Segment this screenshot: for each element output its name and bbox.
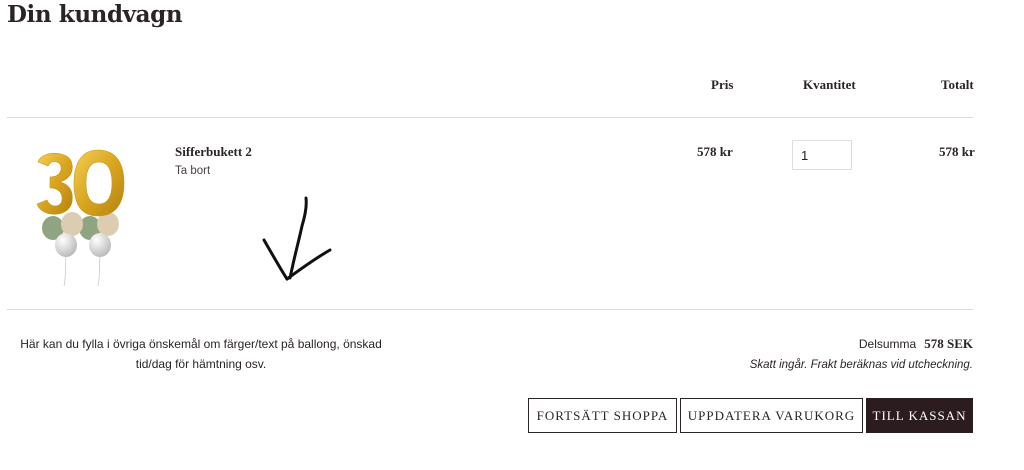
header-total: Totalt [941, 77, 974, 92]
header-price: Pris [711, 77, 734, 92]
item-line-total: 578 kr [939, 144, 975, 159]
product-image[interactable] [32, 148, 128, 290]
tax-shipping-note: Skatt ingår. Frakt beräknas vid utcheckn… [749, 359, 973, 371]
order-notes-text: Här kan du fylla i övriga önskemål om fä… [20, 337, 382, 371]
header-divider [7, 117, 973, 118]
subtotal-row: Delsumma 578 SEK [859, 336, 973, 352]
page-title: Din kundvagn [7, 1, 183, 28]
product-name[interactable]: Sifferbukett 2 [175, 144, 252, 160]
subtotal-value: 578 SEK [924, 336, 973, 351]
footer-divider [7, 309, 973, 310]
checkout-button[interactable]: TILL KASSAN [866, 398, 973, 433]
header-quantity: Kvantitet [803, 77, 856, 92]
update-cart-button[interactable]: UPPDATERA VARUKORG [680, 398, 863, 433]
continue-shopping-button[interactable]: FORTSÄTT SHOPPA [528, 398, 677, 433]
item-price: 578 kr [697, 144, 733, 159]
quantity-input[interactable] [792, 140, 852, 170]
remove-link[interactable]: Ta bort [175, 165, 210, 177]
hand-drawn-arrow-icon [262, 196, 332, 281]
subtotal-label: Delsumma [858, 337, 917, 351]
